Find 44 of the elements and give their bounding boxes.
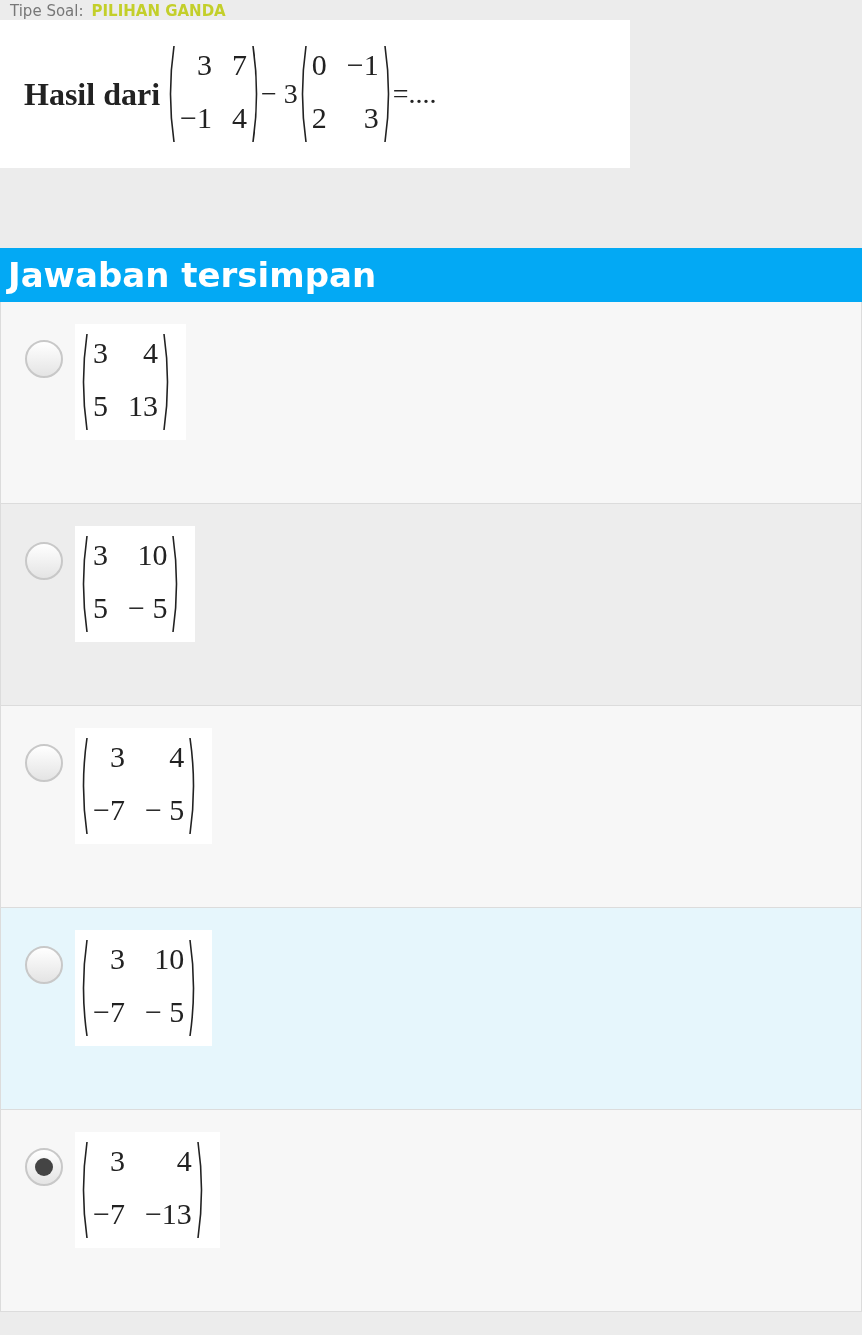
answer-option[interactable]: 3 4 −7 − 5 [0, 706, 862, 908]
matrix-entry: 2 [311, 101, 327, 136]
radio-button[interactable] [25, 1148, 63, 1186]
matrix-entry: 5 [93, 389, 108, 424]
matrix-entry: 3 [108, 740, 125, 775]
matrix-entry: − 5 [144, 995, 185, 1030]
answer-option[interactable]: 3 4 5 13 [0, 302, 862, 504]
matrix-entry: −1 [346, 48, 379, 83]
matrix-entry: 10 [153, 942, 185, 977]
matrix-entry: 4 [142, 336, 158, 371]
matrix-entry: 3 [93, 336, 108, 371]
matrix-entry: 4 [175, 1144, 192, 1179]
matrix-entry: − 5 [144, 793, 185, 828]
math-operator: − 3 [260, 78, 298, 110]
matrix-entry: 4 [168, 740, 185, 775]
matrix-entry: −1 [180, 101, 212, 136]
matrix-entry: −7 [93, 793, 125, 828]
matrix-entry: −7 [93, 995, 125, 1030]
answer-option[interactable]: 3 4 −7 −13 [0, 1110, 862, 1312]
question-text: Hasil dari [24, 75, 160, 113]
matrix-entry: 13 [128, 389, 158, 424]
question-type-value: PILIHAN GANDA [91, 2, 226, 20]
radio-button[interactable] [25, 946, 63, 984]
answer-option[interactable]: 3 10 −7 − 5 [0, 908, 862, 1110]
math-operator: =.... [392, 78, 437, 110]
radio-button[interactable] [25, 340, 63, 378]
matrix-entry: 5 [93, 591, 108, 626]
matrix-entry: − 5 [128, 591, 168, 626]
matrix-entry: 3 [195, 48, 212, 83]
matrix-entry: 3 [93, 538, 108, 573]
radio-button[interactable] [25, 744, 63, 782]
answer-option[interactable]: 3 10 5 − 5 [0, 504, 862, 706]
section-header: Jawaban tersimpan [0, 248, 862, 302]
matrix-entry: 0 [311, 48, 327, 83]
matrix-entry: −13 [144, 1197, 192, 1232]
matrix-entry: 7 [231, 48, 247, 83]
matrix-entry: 3 [108, 1144, 125, 1179]
matrix-entry: 10 [136, 538, 168, 573]
matrix-entry: 3 [108, 942, 125, 977]
matrix-entry: 4 [231, 101, 247, 136]
question-type-label: Tipe Soal: [10, 2, 84, 20]
matrix-entry: 3 [362, 101, 379, 136]
matrix-entry: −7 [93, 1197, 125, 1232]
radio-button[interactable] [25, 542, 63, 580]
